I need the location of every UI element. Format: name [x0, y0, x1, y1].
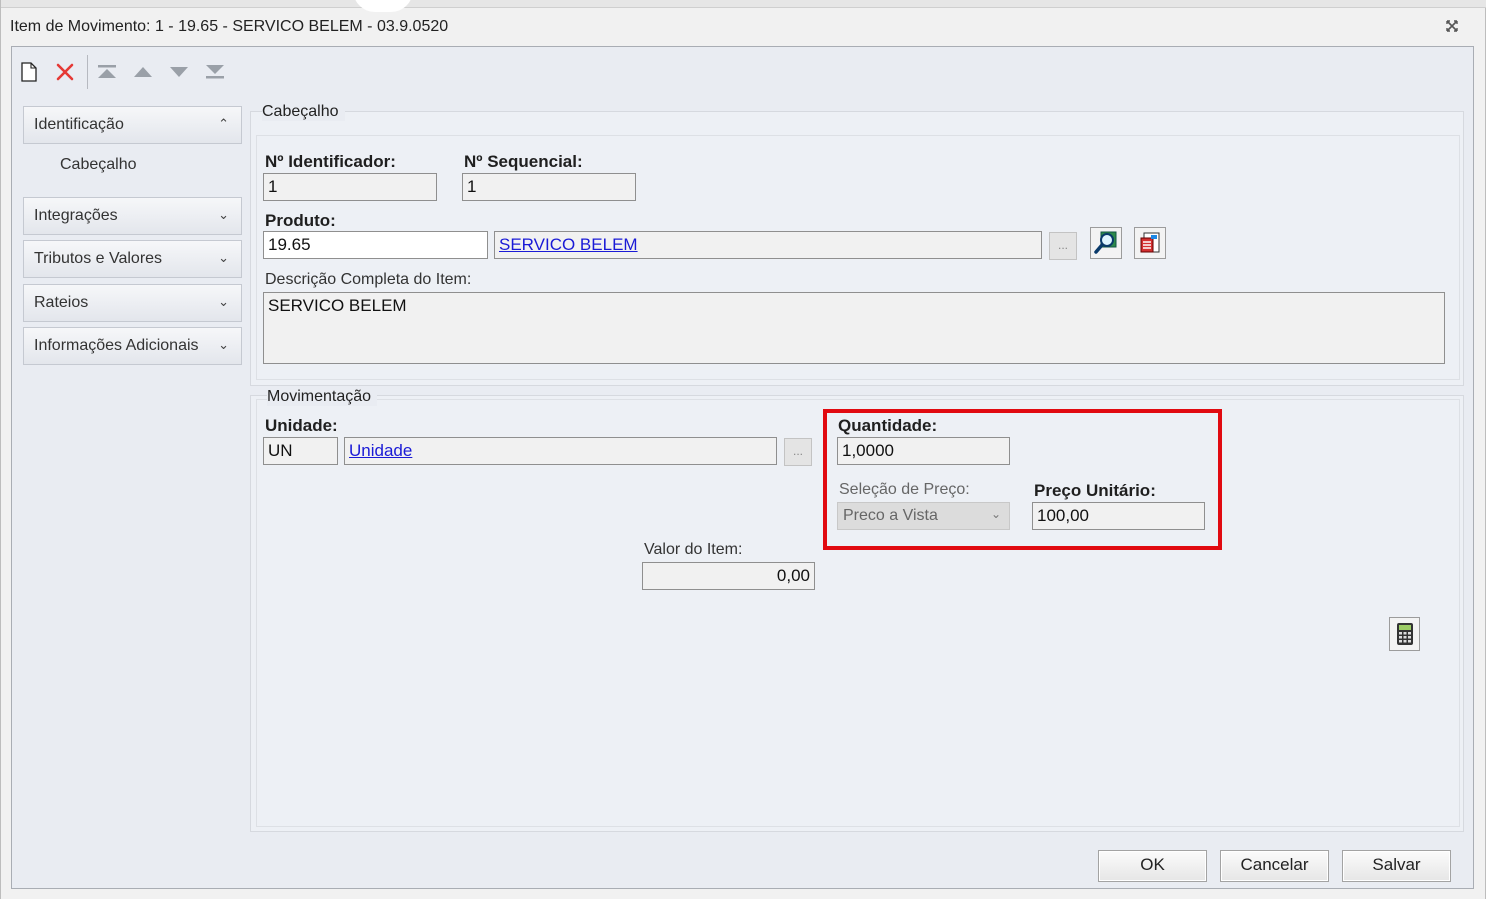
- dialog-body: Identificação ⌃ Cabeçalho Integrações ⌄ …: [11, 46, 1474, 889]
- unidade-code-field[interactable]: UN: [263, 437, 338, 465]
- nav-group-label: Integrações: [34, 207, 118, 224]
- new-document-icon: [21, 62, 37, 82]
- first-record-icon: [98, 65, 116, 78]
- last-record-icon: [206, 65, 224, 79]
- sequencial-field[interactable]: 1: [462, 173, 636, 201]
- nav-group-label: Informações Adicionais: [34, 337, 199, 354]
- new-button[interactable]: [16, 61, 42, 83]
- valor-item-label: Valor do Item:: [644, 541, 743, 558]
- nav-group-informacoes[interactable]: Informações Adicionais ⌄: [23, 327, 242, 365]
- nav-group-identificacao[interactable]: Identificação ⌃: [23, 106, 242, 144]
- unidade-lookup-button[interactable]: ...: [784, 438, 812, 466]
- save-button[interactable]: Salvar: [1342, 850, 1451, 882]
- chevron-down-icon: ⌄: [218, 294, 229, 309]
- identificador-field[interactable]: 1: [263, 173, 437, 201]
- first-record-button[interactable]: [94, 61, 120, 83]
- toolbar-separator: [87, 55, 88, 89]
- nav-group-label: Tributos e Valores: [34, 250, 163, 267]
- next-record-icon: [170, 67, 188, 77]
- sequencial-label: Nº Sequencial:: [464, 152, 583, 171]
- previous-record-button[interactable]: [130, 61, 156, 83]
- unidade-name-link[interactable]: Unidade: [349, 441, 412, 460]
- nav-group-rateios[interactable]: Rateios ⌄: [23, 284, 242, 322]
- delete-button[interactable]: [52, 61, 78, 83]
- highlight-box: [823, 409, 1222, 550]
- nav-group-label: Identificação: [34, 116, 124, 133]
- calculator-icon: [1396, 623, 1413, 645]
- produto-details-button[interactable]: [1134, 227, 1166, 259]
- cabecalho-legend: Cabeçalho: [262, 103, 345, 121]
- window-title: Item de Movimento: 1 - 19.65 - SERVICO B…: [10, 18, 449, 35]
- top-strip: [1, 0, 1486, 12]
- document-list-icon: [1140, 232, 1160, 253]
- chevron-up-icon: ⌃: [218, 116, 229, 131]
- produto-name-field[interactable]: SERVICO BELEM: [494, 231, 1042, 259]
- produto-lookup-button[interactable]: ...: [1049, 232, 1077, 260]
- title-bar: Item de Movimento: 1 - 19.65 - SERVICO B…: [1, 8, 1486, 46]
- descricao-field[interactable]: SERVICO BELEM: [263, 292, 1445, 364]
- magnifier-icon: [1094, 231, 1117, 254]
- valor-item-field[interactable]: 0,00: [642, 562, 815, 590]
- nav-group-tributos[interactable]: Tributos e Valores ⌄: [23, 240, 242, 278]
- produto-search-button[interactable]: [1090, 227, 1122, 259]
- ok-button[interactable]: OK: [1098, 850, 1207, 882]
- unidade-name-field[interactable]: Unidade: [344, 437, 777, 465]
- produto-name-link[interactable]: SERVICO BELEM: [499, 235, 638, 254]
- previous-record-icon: [134, 67, 152, 77]
- nav-group-integracoes[interactable]: Integrações ⌄: [23, 197, 242, 235]
- next-record-button[interactable]: [166, 61, 192, 83]
- unidade-label: Unidade:: [265, 416, 338, 435]
- nav-group-label: Rateios: [34, 294, 89, 311]
- chevron-down-icon: ⌄: [218, 207, 229, 222]
- dialog-window: Item de Movimento: 1 - 19.65 - SERVICO B…: [0, 0, 1486, 899]
- calculator-button[interactable]: [1389, 617, 1420, 651]
- identificador-label: Nº Identificador:: [265, 152, 396, 171]
- close-button[interactable]: [1441, 17, 1463, 39]
- close-icon: [1446, 20, 1458, 32]
- chevron-down-icon: ⌄: [218, 250, 229, 265]
- produto-label: Produto:: [265, 211, 336, 230]
- descricao-label: Descrição Completa do Item:: [265, 271, 472, 288]
- delete-icon: [56, 63, 74, 81]
- movimentacao-legend: Movimentação: [267, 388, 378, 406]
- nav-item-cabecalho[interactable]: Cabeçalho: [60, 156, 137, 174]
- produto-code-field[interactable]: 19.65: [263, 231, 488, 259]
- cancel-button[interactable]: Cancelar: [1220, 850, 1329, 882]
- last-record-button[interactable]: [202, 61, 228, 83]
- chevron-down-icon: ⌄: [218, 337, 229, 352]
